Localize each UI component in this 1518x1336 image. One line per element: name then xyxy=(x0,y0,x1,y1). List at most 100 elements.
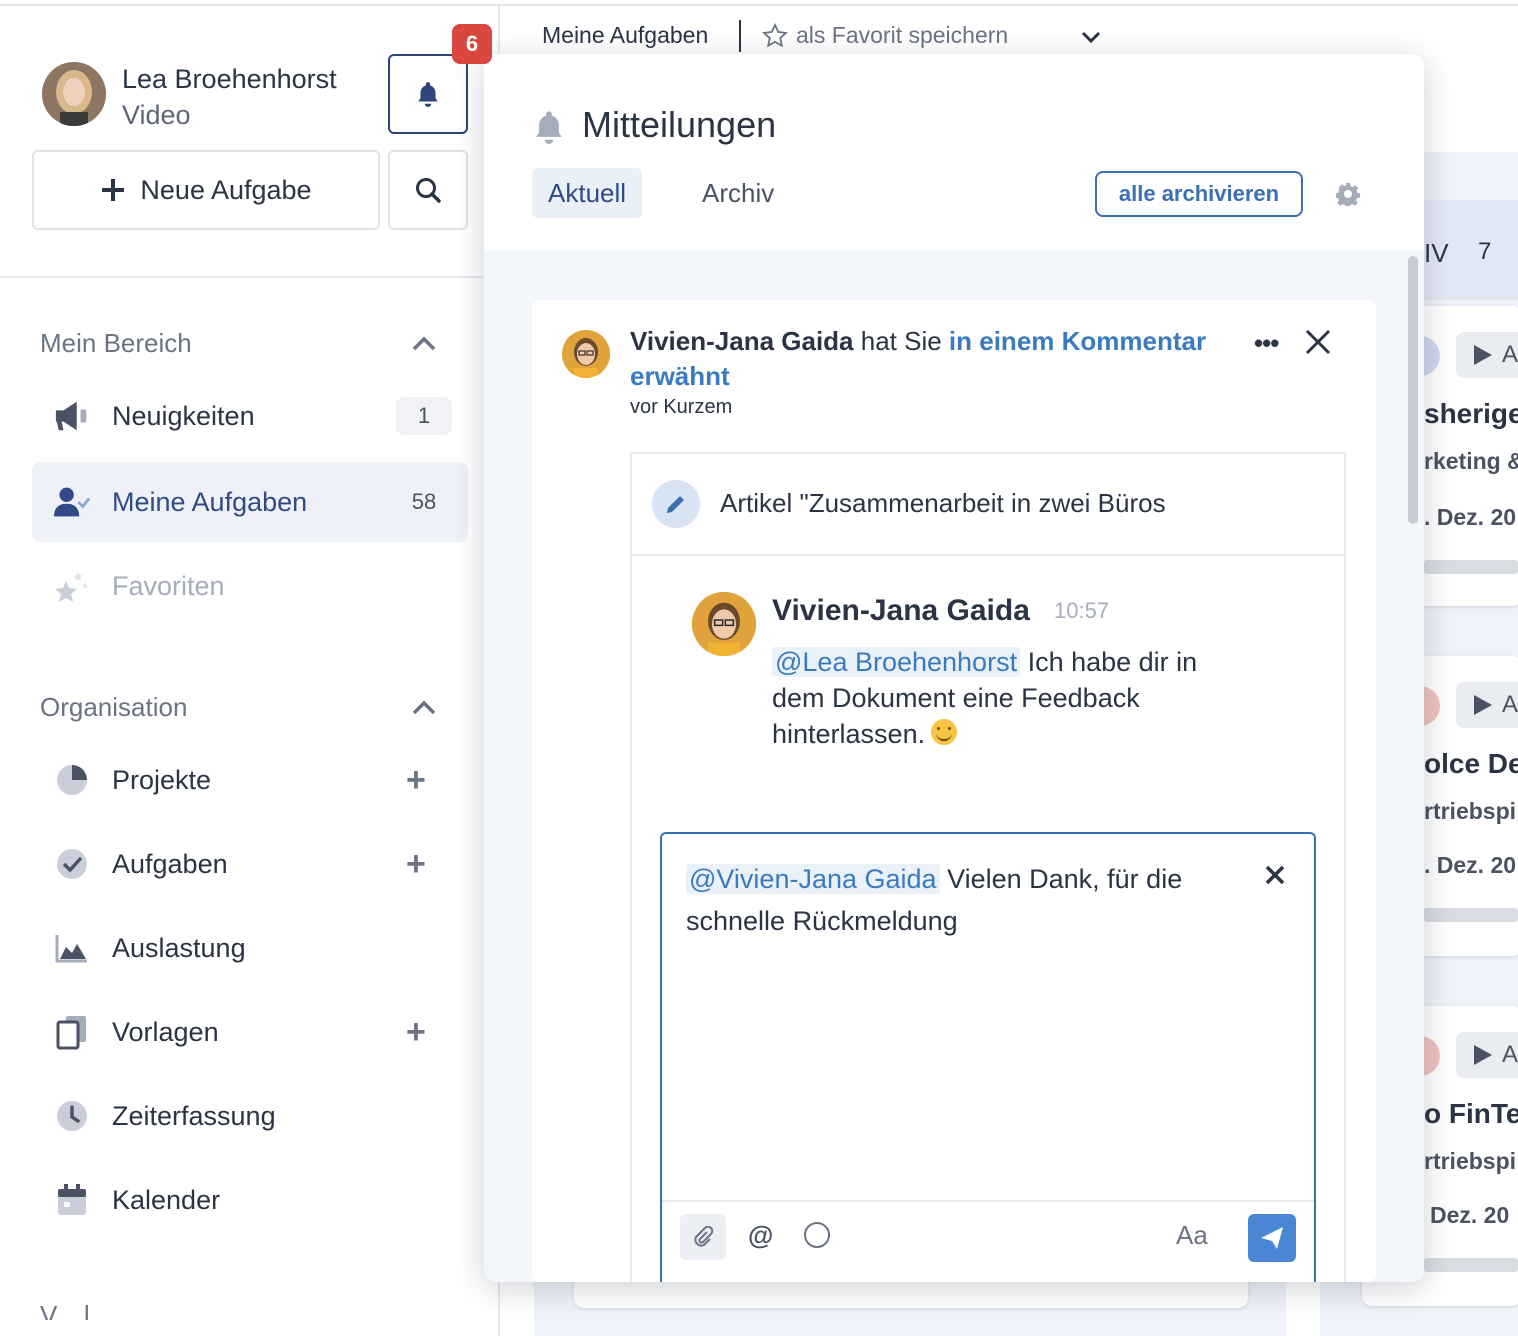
play-chip[interactable]: A xyxy=(1456,682,1518,728)
more-options-icon[interactable]: ••• xyxy=(1254,328,1279,359)
comment-body: @Lea Broehenhorst Ich habe dir in dem Do… xyxy=(772,644,1252,752)
pie-chart-icon xyxy=(54,762,90,798)
notifications-button[interactable] xyxy=(388,54,468,134)
clock-icon xyxy=(54,1098,90,1134)
sidebar-item-label: Zeiterfassung xyxy=(112,1100,276,1131)
user-avatar[interactable] xyxy=(42,62,106,126)
news-count-badge: 1 xyxy=(396,397,452,435)
sidebar-item-label: Vorlagen xyxy=(112,1016,219,1047)
pencil-icon xyxy=(652,480,700,528)
section-organisation-title: Organisation xyxy=(40,692,188,722)
reply-editor[interactable]: @Vivien-Jana Gaida Vielen Dank, für die … xyxy=(660,832,1316,1282)
notification-time: vor Kurzem xyxy=(630,396,733,418)
area-chart-icon xyxy=(54,930,90,966)
actor-avatar xyxy=(562,330,610,378)
emoji-icon[interactable] xyxy=(804,1222,830,1248)
notification-count-badge: 6 xyxy=(452,24,492,64)
send-icon xyxy=(1261,1227,1283,1249)
card-progress-bar xyxy=(1424,908,1518,922)
sidebar-item-workload[interactable]: Auslastung xyxy=(32,908,468,988)
sidebar-divider xyxy=(0,276,500,278)
megaphone-icon xyxy=(54,398,90,434)
sidebar-item-projects[interactable]: Projekte + xyxy=(32,740,468,820)
popover-scrollbar[interactable] xyxy=(1408,256,1418,524)
task-row[interactable]: Artikel "Zusammenarbeit in zwei Büros xyxy=(632,454,1344,556)
card-subtitle: rketing & xyxy=(1424,448,1518,474)
notifications-popover: Mitteilungen Aktuell Archiv alle archivi… xyxy=(484,54,1424,1282)
notification-message: Vivien-Jana Gaida hat Sie in einem Komme… xyxy=(630,324,1250,394)
popover-header: Mitteilungen Aktuell Archiv alle archivi… xyxy=(484,54,1424,250)
gear-icon[interactable] xyxy=(1336,182,1360,206)
notification-card[interactable]: Vivien-Jana Gaida hat Sie in einem Komme… xyxy=(532,300,1376,1282)
sidebar-item-label: Auslastung xyxy=(112,932,246,963)
play-icon xyxy=(1474,695,1492,715)
user-name: Lea Broehenhorst xyxy=(122,64,337,94)
sidebar-item-label: Kalender xyxy=(112,1184,221,1215)
comment-time: 10:57 xyxy=(1054,598,1110,623)
chevron-up-icon[interactable] xyxy=(410,330,438,358)
search-button[interactable] xyxy=(388,150,468,230)
attachment-button[interactable] xyxy=(680,1214,726,1260)
close-icon[interactable] xyxy=(1304,328,1332,356)
bell-icon xyxy=(418,82,438,107)
sidebar-item-news[interactable]: Neuigkeiten 1 xyxy=(32,376,468,456)
sidebar-item-my-tasks[interactable]: Meine Aufgaben 58 xyxy=(32,462,468,542)
documents-icon xyxy=(54,1014,90,1050)
chip-letter: A xyxy=(1502,1041,1518,1068)
sidebar-item-label: Favoriten xyxy=(112,570,225,601)
card-title: o FinTe xyxy=(1424,1098,1518,1129)
sidebar-item-label: Aufgaben xyxy=(112,848,228,879)
play-chip[interactable]: A xyxy=(1456,332,1518,378)
add-project-button[interactable]: + xyxy=(406,763,426,797)
sidebar-item-time-tracking[interactable]: Zeiterfassung xyxy=(32,1076,468,1156)
task-title: Artikel "Zusammenarbeit in zwei Büros xyxy=(720,488,1166,518)
sidebar-item-label: Neuigkeiten xyxy=(112,400,255,431)
bell-icon xyxy=(536,111,562,144)
chevron-down-icon[interactable] xyxy=(1080,26,1102,48)
breadcrumb[interactable]: Meine Aufgaben xyxy=(542,22,708,49)
save-favorite-button[interactable]: als Favorit speichern xyxy=(762,22,1008,49)
archive-all-button[interactable]: alle archivieren xyxy=(1095,171,1303,217)
search-icon xyxy=(416,178,441,203)
user-subtitle: Video xyxy=(122,100,191,130)
card-date: Dez. 20 xyxy=(1430,1202,1510,1228)
close-icon[interactable] xyxy=(1264,864,1286,886)
reply-input[interactable]: @Vivien-Jana Gaida Vielen Dank, für die … xyxy=(686,858,1246,942)
sidebar-item-tasks[interactable]: Aufgaben + xyxy=(32,824,468,904)
chevron-up-icon[interactable] xyxy=(410,694,438,722)
new-task-button[interactable]: Neue Aufgabe xyxy=(32,150,380,230)
text-format-button[interactable]: Aa xyxy=(1176,1220,1208,1251)
section-partial-title: V... l... xyxy=(40,1300,112,1320)
smile-emoji-icon xyxy=(931,719,958,745)
mention-button[interactable]: @ xyxy=(748,1220,773,1251)
notification-actor[interactable]: Vivien-Jana Gaida xyxy=(630,326,854,356)
card-subtitle: rtriebspi xyxy=(1424,798,1517,824)
play-chip[interactable]: A xyxy=(1456,1032,1518,1078)
card-date: . Dez. 20 xyxy=(1424,504,1517,530)
card-progress-bar xyxy=(1424,1258,1518,1272)
send-button[interactable] xyxy=(1248,1214,1296,1262)
comment-mention[interactable]: @Lea Broehenhorst xyxy=(772,647,1021,677)
sidebar-item-calendar[interactable]: Kalender xyxy=(32,1160,468,1240)
sidebar-item-label: Projekte xyxy=(112,764,212,795)
my-tasks-count-badge: 58 xyxy=(411,489,437,514)
tab-archive[interactable]: Archiv xyxy=(686,168,790,218)
notification-text: hat Sie xyxy=(853,326,949,356)
add-task-button[interactable]: + xyxy=(406,847,426,881)
card-subtitle: rtriebspi xyxy=(1424,1148,1517,1174)
card-title: sherige xyxy=(1424,398,1518,429)
add-template-button[interactable]: + xyxy=(406,1015,426,1049)
stars-icon xyxy=(54,568,90,604)
reply-mention: @Vivien-Jana Gaida xyxy=(686,864,940,894)
star-outline-icon xyxy=(762,22,788,47)
board-column-count: 7 xyxy=(1478,238,1492,265)
breadcrumb-divider xyxy=(739,20,741,52)
sidebar-item-templates[interactable]: Vorlagen + xyxy=(32,992,468,1072)
tab-current[interactable]: Aktuell xyxy=(532,168,643,218)
task-preview: Artikel "Zusammenarbeit in zwei Büros Vi… xyxy=(630,452,1346,1282)
sidebar: Lea Broehenhorst Video Neue Aufgabe Mein… xyxy=(0,6,500,1336)
sidebar-item-favorites[interactable]: Favoriten xyxy=(32,546,468,626)
board-column-label: IV xyxy=(1424,238,1449,268)
user-check-icon xyxy=(54,484,90,520)
comment-author-avatar xyxy=(692,592,756,656)
